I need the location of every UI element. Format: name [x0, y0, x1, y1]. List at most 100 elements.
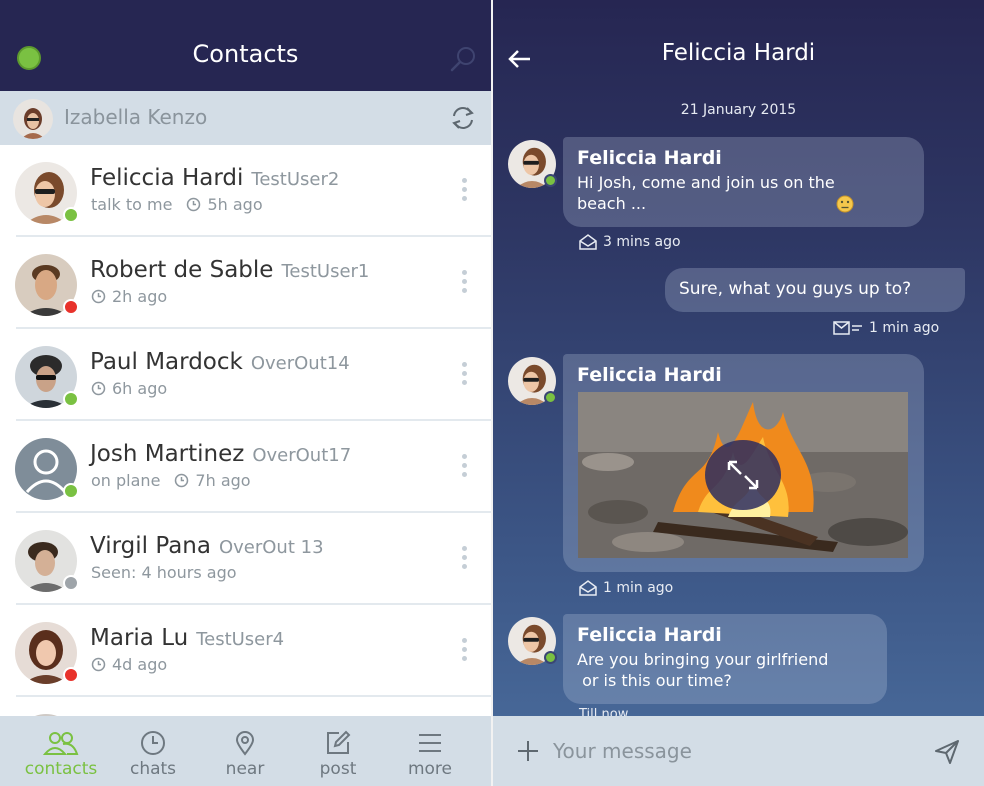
sent-envelope-icon [833, 321, 862, 335]
current-user-bar: Izabella Kenzo [0, 91, 491, 145]
expand-image-button[interactable] [705, 440, 781, 510]
contact-last-seen: 7h ago [195, 471, 251, 490]
message-time: 3 mins ago [603, 234, 681, 250]
nav-label: contacts [24, 759, 98, 779]
presence-online-indicator [63, 483, 79, 499]
avatar [15, 622, 79, 684]
message-sender: Feliccia Hardi [577, 147, 722, 169]
contact-username: TestUser1 [281, 261, 370, 282]
avatar [15, 162, 79, 224]
avatar[interactable] [13, 99, 53, 139]
tab-contacts[interactable]: contacts [15, 716, 107, 786]
list-item[interactable]: Virgil Pana OverOut 13 Seen: 4 hours ago [0, 513, 491, 605]
more-options-icon[interactable] [458, 267, 470, 297]
clock-icon [140, 730, 166, 756]
contact-status: on plane [91, 471, 161, 490]
bottom-nav: contacts chats near post more [0, 716, 491, 786]
message-time: 1 min ago [869, 320, 940, 336]
presence-offline-indicator [63, 575, 79, 591]
list-item[interactable]: Feliccia Hardi TestUser2 talk to me 5h ago [0, 145, 491, 237]
contact-username: TestUser4 [196, 629, 285, 650]
more-options-icon[interactable] [458, 359, 470, 389]
send-icon[interactable] [933, 738, 961, 766]
more-options-icon[interactable] [458, 175, 470, 205]
message-text: Sure, what you guys up to? [679, 279, 912, 299]
message-text: Hi Josh, come and join us on the beach .… [577, 173, 835, 213]
contact-last-seen: 6h ago [112, 379, 168, 398]
contact-status: talk to me [91, 195, 173, 214]
contact-username: TestUser2 [251, 169, 340, 190]
contact-name: Feliccia Hardi [90, 165, 244, 191]
contact-name: Virgil Pana [90, 533, 211, 559]
presence-online-indicator [63, 207, 79, 223]
attach-plus-icon[interactable] [515, 738, 541, 764]
presence-online-indicator [544, 651, 557, 664]
tab-chats[interactable]: chats [107, 716, 199, 786]
message-bubble[interactable]: Feliccia Hardi Hi Josh, come and join us… [563, 137, 924, 227]
date-separator: 21 January 2015 [680, 102, 797, 118]
clock-icon [91, 657, 106, 672]
message-bubble[interactable]: Feliccia Hardi Are you bringing your gir… [563, 614, 887, 704]
contact-name: Paul Mardock [90, 349, 243, 375]
contact-last-seen: 5h ago [207, 195, 263, 214]
presence-online-indicator [544, 174, 557, 187]
list-item[interactable] [0, 697, 491, 716]
nav-label: more [407, 759, 453, 779]
more-options-icon[interactable] [458, 451, 470, 481]
message-bubble-outgoing[interactable]: Sure, what you guys up to? [665, 268, 965, 312]
avatar [15, 530, 79, 592]
nav-label: near [225, 759, 265, 779]
tab-more[interactable]: more [384, 716, 476, 786]
contact-status: Seen: 4 hours ago [91, 563, 237, 582]
chat-screen: Feliccia Hardi 21 January 2015 Feliccia … [493, 0, 984, 786]
message-bubble[interactable]: Feliccia Hardi [563, 354, 924, 572]
compose-bar [493, 716, 984, 786]
tab-post[interactable]: post [292, 716, 384, 786]
message-text: Are you bringing your girlfriend or is t… [577, 650, 829, 690]
read-envelope-icon [579, 580, 597, 596]
message-sender: Feliccia Hardi [577, 364, 722, 386]
contacts-header: Contacts [0, 0, 491, 91]
avatar[interactable] [508, 140, 557, 188]
menu-icon [417, 730, 443, 756]
avatar [15, 438, 79, 500]
contact-username: OverOut 13 [218, 537, 324, 558]
refresh-icon[interactable] [448, 103, 478, 133]
contact-username: OverOut17 [252, 445, 352, 466]
contact-last-seen: 4d ago [112, 655, 168, 674]
nav-label: chats [129, 759, 177, 779]
read-envelope-icon [579, 234, 597, 250]
nav-label: post [319, 759, 357, 779]
list-item[interactable]: Robert de Sable TestUser1 2h ago [0, 237, 491, 329]
contacts-icon [43, 730, 79, 756]
clock-icon [186, 197, 201, 212]
campfire-photo[interactable] [578, 392, 908, 558]
presence-busy-indicator [63, 667, 79, 683]
list-item[interactable]: Paul Mardock OverOut14 6h ago [0, 329, 491, 421]
tab-near[interactable]: near [199, 716, 291, 786]
contact-last-seen: 2h ago [112, 287, 168, 306]
contacts-screen: Contacts Izabella Kenzo Feliccia Hardi Te… [0, 0, 491, 786]
more-options-icon[interactable] [458, 543, 470, 573]
list-item[interactable]: Maria Lu TestUser4 4d ago [0, 605, 491, 697]
contact-list: Feliccia Hardi TestUser2 talk to me 5h ago… [0, 145, 491, 716]
message-input[interactable] [553, 736, 913, 766]
message-time: 1 min ago [603, 580, 674, 596]
avatar[interactable] [508, 617, 557, 665]
chat-title: Feliccia Hardi [661, 40, 816, 66]
clock-icon [91, 289, 106, 304]
more-options-icon[interactable] [458, 635, 470, 665]
contact-username: OverOut14 [250, 353, 350, 374]
search-icon[interactable] [448, 44, 478, 74]
avatar[interactable] [508, 357, 557, 405]
list-item[interactable]: Josh Martinez OverOut17 on plane 7h ago [0, 421, 491, 513]
message-sender: Feliccia Hardi [577, 624, 722, 646]
page-title: Contacts [192, 40, 299, 68]
edit-icon [325, 730, 351, 756]
clock-icon [91, 381, 106, 396]
avatar [15, 346, 79, 408]
avatar [15, 254, 79, 316]
current-user-name: Izabella Kenzo [64, 105, 208, 129]
neutral-face-emoji-icon [836, 195, 854, 213]
contact-name: Robert de Sable [90, 257, 274, 283]
